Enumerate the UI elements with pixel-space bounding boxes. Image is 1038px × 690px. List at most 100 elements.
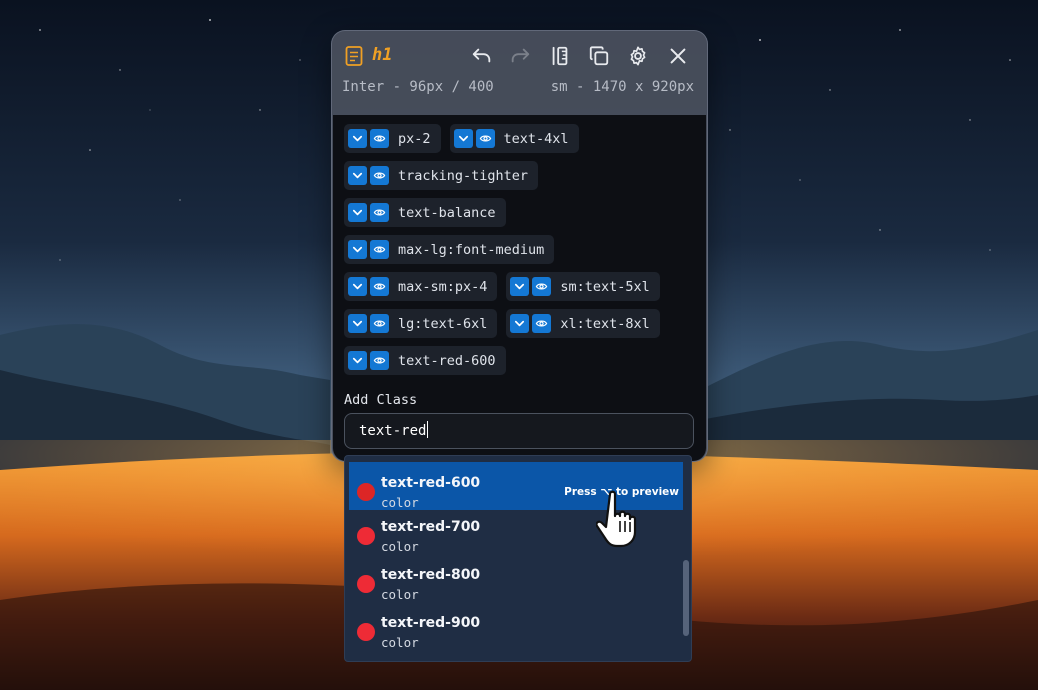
suggestion-name: text-red-900 [381, 615, 481, 631]
ruler-button[interactable] [547, 43, 573, 69]
eye-icon [373, 320, 386, 327]
eye-icon [373, 283, 386, 290]
suggestion-dropdown: text-red-900 color text-red-800 color text-r… [344, 455, 692, 662]
suggestion-kind: color [381, 635, 419, 650]
suggestion-item[interactable]: text-red-700 color [345, 506, 685, 554]
class-chip-label: tracking-tighter [398, 167, 529, 184]
class-chip-row: max-lg:font-medium [344, 235, 694, 264]
class-chip-row: px-2 text-4xl [344, 124, 694, 153]
color-swatch [357, 623, 375, 641]
class-chip[interactable]: text-balance [344, 198, 506, 227]
eye-icon [536, 320, 548, 327]
suggestion-name: text-red-800 [381, 567, 481, 583]
class-chip-row: tracking-tighter [344, 161, 694, 190]
class-chip-label: lg:text-6xl [398, 315, 488, 332]
text-caret [427, 421, 429, 438]
class-chip-label: max-sm:px-4 [398, 278, 488, 295]
add-class-input[interactable]: text-red [344, 413, 694, 449]
chip-expand-button[interactable] [348, 129, 367, 148]
chip-visibility-toggle[interactable] [370, 240, 389, 259]
gear-icon [630, 46, 646, 66]
settings-button[interactable] [625, 43, 651, 69]
class-chip[interactable]: sm:text-5xl [506, 272, 660, 301]
class-chip-label: px-2 [398, 130, 431, 147]
chip-expand-button[interactable] [348, 240, 367, 259]
chip-expand-button[interactable] [348, 166, 367, 185]
eye-icon [536, 283, 548, 290]
class-chip[interactable]: lg:text-6xl [344, 309, 498, 338]
chip-expand-button[interactable] [453, 129, 473, 148]
class-chip-row: lg:text-6xl xl:text-8xl [344, 309, 694, 338]
class-chip-row: text-balance [344, 198, 694, 227]
chip-expand-button[interactable] [348, 351, 367, 370]
class-chip[interactable]: tracking-tighter [344, 161, 539, 190]
chip-visibility-toggle[interactable] [532, 314, 552, 333]
redo-icon [511, 48, 530, 63]
chip-expand-button[interactable] [510, 314, 530, 333]
add-class-label: Add Class [344, 392, 418, 408]
class-chip[interactable]: text-4xl [449, 124, 579, 153]
color-swatch [357, 575, 375, 593]
document-icon [344, 45, 364, 67]
chevron-down-icon [515, 320, 525, 327]
chip-visibility-toggle[interactable] [475, 129, 495, 148]
class-editor: px-2 text-4xl tracking-tighter text-balance… [333, 115, 706, 461]
viewport-info: sm - 1470 x 920px [550, 79, 694, 95]
copy-button[interactable] [586, 43, 612, 69]
suggestion-kind: color [381, 495, 419, 510]
eye-icon [373, 172, 386, 179]
class-chip-label: text-4xl [503, 130, 569, 147]
class-chip[interactable]: px-2 [344, 124, 441, 153]
class-chip-label: xl:text-8xl [560, 315, 650, 332]
chip-expand-button[interactable] [348, 203, 367, 222]
chevron-down-icon [515, 283, 525, 290]
dropdown-scrollbar[interactable] [683, 560, 689, 636]
chip-visibility-toggle[interactable] [370, 166, 389, 185]
preview-hint: Press ⌥ to preview [564, 486, 679, 498]
add-class-value: text-red [359, 423, 427, 439]
chevron-down-icon [458, 135, 468, 142]
chip-expand-button[interactable] [348, 277, 367, 296]
class-list: px-2 text-4xl tracking-tighter text-balance… [344, 124, 694, 383]
chip-visibility-toggle[interactable] [370, 314, 389, 333]
suggestion-partial-item[interactable] [345, 650, 685, 661]
redo-button[interactable] [507, 43, 533, 69]
suggestion-item[interactable]: text-red-600 color Press ⌥ to preview [349, 462, 683, 510]
chevron-down-icon [352, 357, 363, 364]
class-chip[interactable]: max-lg:font-medium [344, 235, 555, 264]
class-chip[interactable]: max-sm:px-4 [344, 272, 498, 301]
class-chip[interactable]: xl:text-8xl [506, 309, 660, 338]
eye-icon [373, 246, 386, 253]
suggestion-name: text-red-600 [381, 475, 481, 491]
chip-visibility-toggle[interactable] [370, 351, 389, 370]
class-chip-row: max-sm:px-4 sm:text-5xl [344, 272, 694, 301]
close-icon [670, 48, 686, 64]
class-chip-row: text-red-600 [344, 346, 694, 375]
suggestion-kind: color [381, 539, 419, 554]
chevron-down-icon [352, 246, 363, 253]
panel-header: h1 [332, 31, 707, 81]
font-info: Inter - 96px / 400 [342, 79, 494, 95]
chip-expand-button[interactable] [510, 277, 530, 296]
chip-visibility-toggle[interactable] [370, 129, 389, 148]
eye-icon [373, 135, 386, 142]
suggestion-kind: color [381, 587, 419, 602]
chevron-down-icon [352, 320, 363, 327]
chip-expand-button[interactable] [348, 314, 367, 333]
close-button[interactable] [665, 43, 691, 69]
class-chip[interactable]: text-red-600 [344, 346, 506, 375]
undo-button[interactable] [469, 43, 495, 69]
class-chip-label: max-lg:font-medium [398, 241, 545, 258]
chevron-down-icon [352, 172, 363, 179]
color-swatch [357, 527, 375, 545]
chip-visibility-toggle[interactable] [370, 277, 389, 296]
eye-icon [373, 357, 386, 364]
suggestion-item[interactable]: text-red-900 color [345, 602, 685, 650]
chip-visibility-toggle[interactable] [532, 277, 552, 296]
suggestion-item[interactable]: text-red-800 color [345, 554, 685, 602]
chevron-down-icon [352, 209, 363, 216]
chip-visibility-toggle[interactable] [370, 203, 389, 222]
color-swatch [357, 483, 375, 501]
ruler-icon [552, 46, 568, 66]
chevron-down-icon [352, 283, 363, 290]
